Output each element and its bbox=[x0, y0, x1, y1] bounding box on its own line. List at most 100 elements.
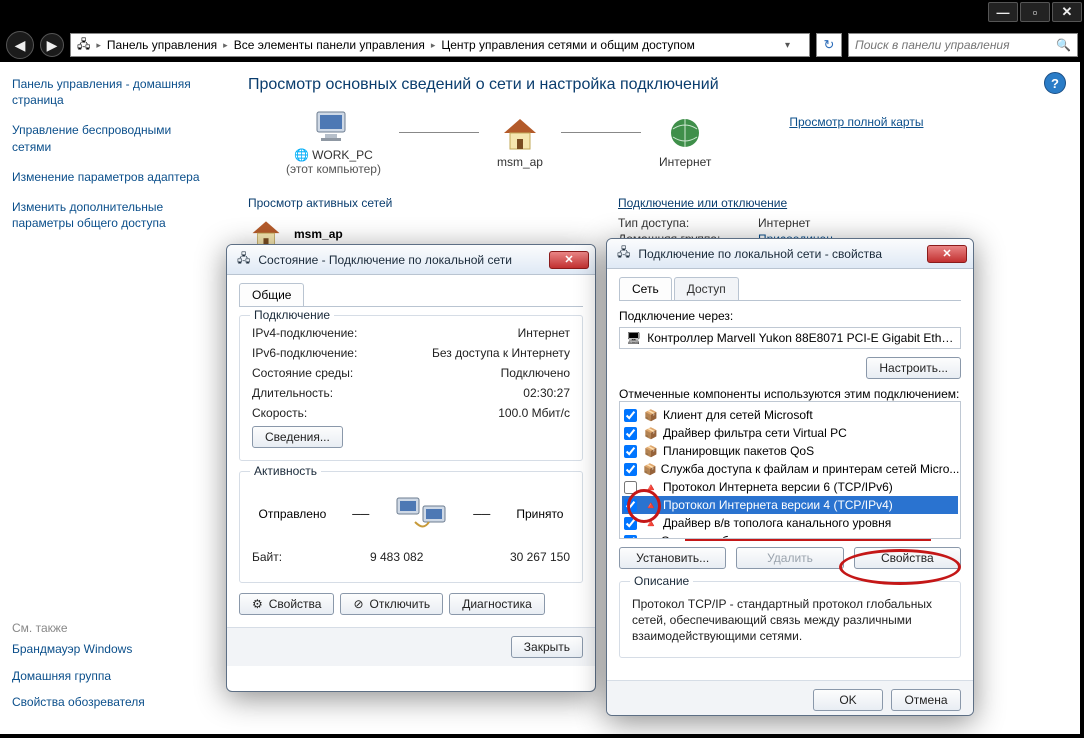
value-bytes-sent: 9 483 082 bbox=[370, 550, 423, 564]
status-dialog: 🖧 Состояние - Подключение по локальной с… bbox=[226, 244, 596, 692]
minimize-button[interactable]: — bbox=[988, 2, 1018, 22]
annotation-underline-ipv4 bbox=[685, 539, 931, 541]
label-ipv6: IPv6-подключение: bbox=[252, 346, 357, 360]
component-label: Драйвер фильтра сети Virtual PC bbox=[663, 426, 847, 440]
tab-network[interactable]: Сеть bbox=[619, 277, 672, 300]
label-components: Отмеченные компоненты используются этим … bbox=[619, 387, 961, 401]
component-checkbox[interactable] bbox=[624, 481, 637, 494]
component-item[interactable]: 📦Планировщик пакетов QoS bbox=[622, 442, 958, 460]
value-access-type: Интернет bbox=[758, 216, 810, 230]
component-checkbox[interactable] bbox=[624, 445, 637, 458]
ok-button[interactable]: OK bbox=[813, 689, 883, 711]
component-checkbox[interactable] bbox=[624, 427, 637, 440]
maximize-button[interactable]: ▫ bbox=[1020, 2, 1050, 22]
globe-icon bbox=[665, 115, 705, 153]
label-sent: Отправлено bbox=[259, 507, 327, 521]
search-input[interactable] bbox=[855, 38, 1056, 52]
component-properties-button[interactable]: Свойства bbox=[854, 547, 961, 569]
disable-button[interactable]: ⊘Отключить bbox=[340, 593, 443, 615]
nic-icon: 🖥 bbox=[626, 331, 641, 345]
group-connection: Подключение bbox=[250, 308, 334, 322]
components-list[interactable]: 📦Клиент для сетей Microsoft📦Драйвер филь… bbox=[619, 401, 961, 539]
map-line bbox=[399, 132, 479, 133]
service-icon: 📦 bbox=[643, 461, 657, 477]
sidebar-link-wireless[interactable]: Управление беспроводными сетями bbox=[12, 122, 208, 154]
navigation-bar: ◀ ▶ 🖧 ▸ Панель управления ▸ Все элементы… bbox=[0, 28, 1084, 62]
close-dialog-button[interactable]: Закрыть bbox=[511, 636, 583, 658]
gear-icon: ⚙ bbox=[252, 597, 263, 611]
network-map: 🌐 WORK_PC (этот компьютер) msm_ap bbox=[248, 108, 1064, 176]
configure-button[interactable]: Настроить... bbox=[866, 357, 961, 379]
adapter-name: Контроллер Marvell Yukon 88E8071 PCI-E G… bbox=[647, 331, 954, 345]
status-dialog-title: Состояние - Подключение по локальной сет… bbox=[258, 253, 541, 267]
search-box[interactable]: 🔍 bbox=[848, 33, 1078, 57]
label-media: Состояние среды: bbox=[252, 366, 353, 380]
label-connect-via: Подключение через: bbox=[619, 309, 961, 323]
component-item[interactable]: 🔺Ответчик обнаружения топологии канально… bbox=[622, 532, 958, 539]
value-ipv6: Без доступа к Интернету bbox=[432, 346, 570, 360]
see-also-firewall[interactable]: Брандмауэр Windows bbox=[12, 641, 208, 657]
sidebar-link-adapter-settings[interactable]: Изменение параметров адаптера bbox=[12, 169, 208, 185]
install-button[interactable]: Установить... bbox=[619, 547, 726, 569]
close-button[interactable]: ✕ bbox=[1052, 2, 1082, 22]
component-checkbox[interactable] bbox=[624, 499, 637, 512]
details-button[interactable]: Сведения... bbox=[252, 426, 343, 448]
forward-button[interactable]: ▶ bbox=[40, 33, 64, 57]
connect-disconnect-link[interactable]: Подключение или отключение bbox=[618, 196, 1064, 210]
crumb-all-items[interactable]: Все элементы панели управления bbox=[234, 38, 425, 52]
sidebar-link-home[interactable]: Панель управления - домашняя страница bbox=[12, 76, 208, 108]
back-button[interactable]: ◀ bbox=[6, 31, 34, 59]
label-speed: Скорость: bbox=[252, 406, 307, 420]
crumb-network-center[interactable]: Центр управления сетями и общим доступом bbox=[441, 38, 695, 52]
component-item[interactable]: 📦Клиент для сетей Microsoft bbox=[622, 406, 958, 424]
adapter-icon: 🖧 bbox=[617, 243, 630, 264]
breadcrumb[interactable]: 🖧 ▸ Панель управления ▸ Все элементы пан… bbox=[70, 33, 810, 57]
map-line bbox=[561, 132, 641, 133]
diagnose-button[interactable]: Диагностика bbox=[449, 593, 545, 615]
adapter-icon: 🖧 bbox=[237, 249, 250, 270]
node-router-name: msm_ap bbox=[497, 155, 543, 169]
component-label: Драйвер в/в тополога канального уровня bbox=[663, 516, 891, 530]
uninstall-button: Удалить bbox=[736, 547, 843, 569]
component-checkbox[interactable] bbox=[624, 517, 637, 530]
component-item[interactable]: 📦 Драйвер фильтра сети Virtual PC bbox=[622, 424, 958, 442]
label-ipv4: IPv4-подключение: bbox=[252, 326, 357, 340]
properties-dialog-title: Подключение по локальной сети - свойства bbox=[638, 247, 919, 261]
component-label: Служба доступа к файлам и принтерам сете… bbox=[661, 462, 960, 476]
value-speed: 100.0 Мбит/с bbox=[498, 406, 570, 420]
active-network-name[interactable]: msm_ap bbox=[294, 227, 343, 241]
properties-dialog-close[interactable]: ✕ bbox=[927, 245, 967, 263]
component-item[interactable]: 🔺Протокол Интернета версии 6 (TCP/IPv6) bbox=[622, 478, 958, 496]
component-item[interactable]: 📦 Служба доступа к файлам и принтерам сет… bbox=[622, 460, 958, 478]
cancel-button-dialog[interactable]: Отмена bbox=[891, 689, 961, 711]
chevron-down-icon[interactable]: ▾ bbox=[785, 40, 803, 51]
component-item[interactable]: 🔺Драйвер в/в тополога канального уровня bbox=[622, 514, 958, 532]
tab-general[interactable]: Общие bbox=[239, 283, 304, 306]
component-checkbox[interactable] bbox=[624, 463, 637, 476]
component-label: Протокол Интернета версии 4 (TCP/IPv4) bbox=[663, 498, 893, 512]
sidebar-link-sharing[interactable]: Изменить дополнительные параметры общего… bbox=[12, 199, 208, 231]
view-full-map-link[interactable]: Просмотр полной карты bbox=[789, 115, 923, 129]
refresh-button[interactable]: ↻ bbox=[816, 33, 842, 57]
crumb-control-panel[interactable]: Панель управления bbox=[107, 38, 217, 52]
see-also-title: См. также bbox=[12, 621, 208, 635]
group-description: Описание bbox=[630, 574, 693, 588]
component-checkbox[interactable] bbox=[624, 409, 637, 422]
component-item[interactable]: 🔺Протокол Интернета версии 4 (TCP/IPv4) bbox=[622, 496, 958, 514]
adapter-field: 🖥 Контроллер Marvell Yukon 88E8071 PCI-E… bbox=[619, 327, 961, 349]
component-checkbox[interactable] bbox=[624, 535, 637, 540]
computer-icon bbox=[313, 108, 353, 146]
component-label: Планировщик пакетов QoS bbox=[663, 444, 814, 458]
tab-access[interactable]: Доступ bbox=[674, 277, 739, 300]
sidebar: Панель управления - домашняя страница Уп… bbox=[0, 62, 220, 734]
see-also-internet-options[interactable]: Свойства обозревателя bbox=[12, 694, 208, 710]
status-dialog-close[interactable]: ✕ bbox=[549, 251, 589, 269]
label-bytes: Байт: bbox=[252, 550, 282, 564]
monitors-icon bbox=[395, 492, 447, 536]
globe-small-icon: 🌐 bbox=[294, 148, 309, 162]
service-icon: 📦 bbox=[643, 425, 659, 441]
line-right: ── bbox=[473, 507, 490, 521]
help-icon[interactable]: ? bbox=[1044, 72, 1066, 94]
see-also-homegroup[interactable]: Домашняя группа bbox=[12, 668, 208, 684]
properties-button[interactable]: ⚙Свойства bbox=[239, 593, 334, 615]
